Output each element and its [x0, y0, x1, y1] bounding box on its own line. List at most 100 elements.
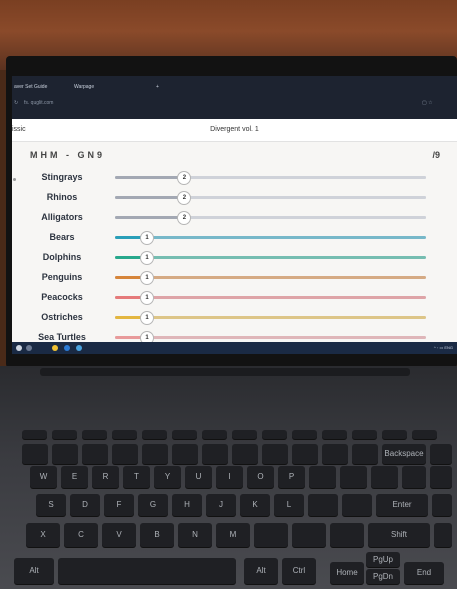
count-badge[interactable]: 1 — [140, 311, 155, 325]
letter-key[interactable]: G — [138, 494, 168, 516]
letter-key[interactable]: E — [61, 466, 88, 488]
ctrl-key[interactable]: Ctrl — [282, 558, 316, 584]
number-key[interactable] — [22, 444, 48, 464]
pgup-key[interactable]: PgUp — [366, 552, 400, 567]
function-key[interactable] — [322, 430, 347, 439]
count-badge[interactable]: 1 — [140, 291, 155, 305]
number-key[interactable] — [262, 444, 288, 464]
browser-taskbar-icon[interactable] — [64, 345, 70, 351]
letter-key[interactable]: V — [102, 523, 136, 547]
number-key[interactable] — [352, 444, 378, 464]
number-key[interactable] — [52, 444, 78, 464]
letter-key[interactable]: R — [92, 466, 119, 488]
shift-key[interactable]: Shift — [368, 523, 430, 547]
function-key[interactable] — [82, 430, 107, 439]
number-key[interactable] — [430, 444, 452, 464]
alt-key-right[interactable]: Alt — [244, 558, 278, 584]
animal-row[interactable]: Penguins 1 — [12, 270, 457, 286]
pgdn-key[interactable]: PgDn — [366, 569, 400, 584]
spacebar[interactable] — [58, 558, 236, 584]
number-key[interactable] — [82, 444, 108, 464]
function-key[interactable] — [292, 430, 317, 439]
browser-tab-2[interactable]: Warpage — [74, 84, 94, 90]
quote-key[interactable] — [342, 494, 372, 516]
start-icon[interactable] — [16, 345, 22, 351]
comma-key[interactable] — [254, 523, 288, 547]
animal-row[interactable]: Bears 1 — [12, 230, 457, 246]
semicolon-key[interactable] — [308, 494, 338, 516]
count-badge[interactable]: 1 — [140, 231, 155, 245]
function-key[interactable] — [112, 430, 137, 439]
letter-key[interactable]: K — [240, 494, 270, 516]
animal-row[interactable]: Stingrays 2 — [12, 170, 457, 186]
bracket-key[interactable] — [309, 466, 336, 488]
bracket-key[interactable] — [340, 466, 367, 488]
function-key[interactable] — [202, 430, 227, 439]
number-key[interactable] — [172, 444, 198, 464]
animal-row[interactable]: Alligators 2 — [12, 210, 457, 226]
numpad-key[interactable] — [430, 466, 452, 488]
letter-key[interactable]: W — [30, 466, 57, 488]
letter-key[interactable]: F — [104, 494, 134, 516]
numpad-key[interactable] — [402, 466, 426, 488]
letter-key[interactable]: Y — [154, 466, 181, 488]
letter-key[interactable]: D — [70, 494, 100, 516]
backslash-key[interactable] — [371, 466, 398, 488]
function-key[interactable] — [52, 430, 77, 439]
count-badge[interactable]: 2 — [177, 191, 192, 205]
animal-row[interactable]: Dolphins 1 — [12, 250, 457, 266]
backspace-key[interactable]: Backspace — [382, 444, 426, 464]
numpad-key[interactable] — [434, 523, 452, 547]
home-key[interactable]: Home — [330, 562, 364, 584]
system-tray[interactable]: ^ ◦ ▭ ENG — [434, 345, 453, 350]
function-key[interactable] — [352, 430, 377, 439]
app-taskbar-icon[interactable] — [76, 345, 82, 351]
letter-key[interactable]: M — [216, 523, 250, 547]
count-badge[interactable]: 1 — [140, 251, 155, 265]
function-key[interactable] — [142, 430, 167, 439]
slash-key[interactable] — [330, 523, 364, 547]
letter-key[interactable]: U — [185, 466, 212, 488]
function-key[interactable] — [22, 430, 47, 439]
extensions-icon[interactable]: ▢ ☆ — [422, 100, 433, 106]
number-key[interactable] — [112, 444, 138, 464]
number-key[interactable] — [202, 444, 228, 464]
count-badge[interactable]: 2 — [177, 211, 192, 225]
numpad-key[interactable] — [432, 494, 452, 516]
letter-key[interactable]: N — [178, 523, 212, 547]
letter-key[interactable]: X — [26, 523, 60, 547]
file-explorer-icon[interactable] — [52, 345, 58, 351]
browser-tab-1[interactable]: aver Set Guide — [14, 84, 47, 90]
count-badge[interactable]: 2 — [177, 171, 192, 185]
number-key[interactable] — [142, 444, 168, 464]
letter-key[interactable]: L — [274, 494, 304, 516]
function-key[interactable] — [382, 430, 407, 439]
end-key[interactable]: End — [404, 562, 444, 584]
enter-key[interactable]: Enter — [376, 494, 428, 516]
animal-row[interactable]: Ostriches 1 — [12, 310, 457, 326]
letter-key[interactable]: J — [206, 494, 236, 516]
function-key[interactable] — [412, 430, 437, 439]
function-key[interactable] — [232, 430, 257, 439]
alt-key-left[interactable]: Alt — [14, 558, 54, 584]
letter-key[interactable]: P — [278, 466, 305, 488]
letter-key[interactable]: C — [64, 523, 98, 547]
refresh-icon[interactable]: ↻ — [14, 100, 18, 106]
animal-row[interactable]: Peacocks 1 — [12, 290, 457, 306]
animal-row[interactable]: Rhinos 2 — [12, 190, 457, 206]
number-key[interactable] — [322, 444, 348, 464]
function-key[interactable] — [172, 430, 197, 439]
letter-key[interactable]: B — [140, 523, 174, 547]
number-key[interactable] — [292, 444, 318, 464]
new-tab-icon[interactable]: + — [156, 84, 159, 90]
letter-key[interactable]: S — [36, 494, 66, 516]
letter-key[interactable]: O — [247, 466, 274, 488]
letter-key[interactable]: I — [216, 466, 243, 488]
letter-key[interactable]: H — [172, 494, 202, 516]
period-key[interactable] — [292, 523, 326, 547]
count-badge[interactable]: 1 — [140, 271, 155, 285]
address-bar[interactable]: ↻ fs. quglit.com ▢ ☆ — [12, 96, 457, 110]
number-key[interactable] — [232, 444, 258, 464]
search-icon[interactable] — [26, 345, 32, 351]
function-key[interactable] — [262, 430, 287, 439]
